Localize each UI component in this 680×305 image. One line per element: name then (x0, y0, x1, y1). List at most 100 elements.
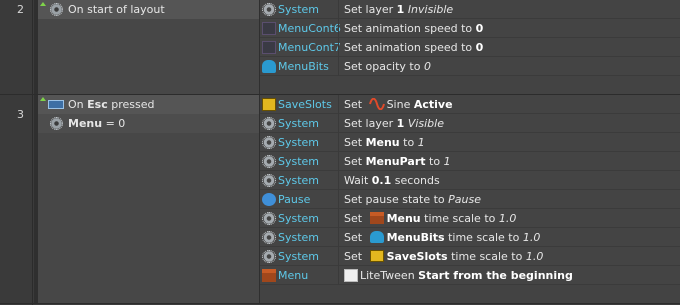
text-part: to (399, 136, 418, 149)
text-part: 0 (423, 60, 431, 73)
saveslots-icon (262, 98, 276, 111)
action-text: Set MenuBits time scale to 1.0 (344, 231, 540, 244)
text-part: Active (413, 98, 453, 111)
column-separator (338, 228, 339, 247)
condition-row[interactable]: On start of layout (38, 0, 259, 19)
text-part: 1.0 (498, 212, 517, 225)
system-gear-icon (50, 3, 63, 16)
action-object-name: System (278, 155, 320, 168)
text-part: Visible (407, 117, 444, 130)
text-part: 1 (417, 136, 425, 149)
action-object-name: System (278, 174, 320, 187)
menu-icon (262, 269, 276, 282)
action-object-name: System (278, 136, 320, 149)
action-text: Set SaveSlots time scale to 1.0 (344, 250, 543, 263)
menubits-icon (369, 231, 384, 243)
action-block: System Set layer 1 Invisible MenuCont6 Set … (260, 0, 680, 95)
action-row[interactable]: MenuCont7 Set animation speed to 0 (260, 38, 680, 57)
action-text: Set layer 1 Visible (344, 117, 444, 130)
condition-block[interactable]: On start of layout (38, 0, 260, 95)
system-gear-icon (262, 3, 276, 16)
action-row[interactable]: System Set SaveSlots time scale to 1.0 (260, 247, 680, 266)
text-part: 1.0 (525, 250, 544, 263)
action-text: Set Menu time scale to 1.0 (344, 212, 516, 225)
text-part: 0 (475, 41, 484, 54)
text-part: Set layer (344, 3, 397, 16)
text-part: 0 (475, 22, 484, 35)
condition-row[interactable]: Menu = 0 (38, 114, 259, 133)
system-gear-icon (262, 136, 276, 149)
system-gear-icon (262, 117, 276, 130)
saveslots-icon (369, 250, 384, 262)
action-object-name: System (278, 3, 320, 16)
text-part: = 0 (102, 117, 126, 130)
text-part: Set (344, 98, 366, 111)
action-row[interactable]: System Set MenuBits time scale to 1.0 (260, 228, 680, 247)
action-row[interactable]: System Wait 0.1 seconds (260, 171, 680, 190)
event-number: 3 (17, 108, 24, 121)
event-divider (0, 303, 680, 304)
action-object-name: System (278, 117, 320, 130)
column-separator (338, 190, 339, 209)
action-row[interactable]: System Set MenuPart to 1 (260, 152, 680, 171)
text-part: LiteTween (360, 269, 419, 282)
column-separator (338, 57, 339, 76)
column-separator (338, 152, 339, 171)
text-part: Invisible (407, 3, 454, 16)
event-number: 2 (17, 3, 24, 16)
action-row[interactable]: System Set layer 1 Invisible (260, 0, 680, 19)
action-row[interactable]: System Set layer 1 Visible (260, 114, 680, 133)
system-gear-icon (50, 117, 63, 130)
sine-icon (368, 97, 385, 111)
enabled-arrow-icon (40, 97, 46, 101)
action-text: Set MenuPart to 1 (344, 155, 451, 168)
litetween-icon (344, 269, 358, 282)
action-row[interactable]: SaveSlots Set Sine Active (260, 95, 680, 114)
action-row[interactable]: MenuBits Set opacity to 0 (260, 57, 680, 76)
action-row[interactable]: System Set Menu time scale to 1.0 (260, 209, 680, 228)
enabled-arrow-icon (40, 2, 46, 6)
condition-block[interactable]: On Esc pressed Menu = 0 (38, 95, 260, 304)
text-part: Set (344, 136, 366, 149)
column-separator (338, 209, 339, 228)
text-part: Set (344, 231, 366, 244)
action-object-name: SaveSlots (278, 98, 332, 111)
action-text: Set Sine Active (344, 97, 453, 111)
text-part: Sine (386, 98, 414, 111)
text-part: time scale to (447, 250, 526, 263)
action-row[interactable]: MenuCont6 Set animation speed to 0 (260, 19, 680, 38)
text-part: 1 (443, 155, 451, 168)
system-gear-icon (262, 212, 276, 225)
column-separator (338, 38, 339, 57)
action-text: LiteTween Start from the beginning (344, 269, 573, 282)
text-part: to (425, 155, 444, 168)
system-gear-icon (262, 174, 276, 187)
menu-icon (369, 212, 384, 224)
text-part: Start from the beginning (418, 269, 573, 282)
system-gear-icon (262, 250, 276, 263)
text-part: Set layer (344, 117, 397, 130)
text-part: time scale to (444, 231, 523, 244)
text-part: pressed (107, 98, 155, 111)
action-text: Set animation speed to 0 (344, 41, 483, 54)
text-part: Set (344, 155, 366, 168)
action-row[interactable]: System Set Menu to 1 (260, 133, 680, 152)
text-part: Menu (365, 136, 400, 149)
text-part: seconds (391, 174, 440, 187)
condition-text: Menu = 0 (68, 117, 125, 130)
text-part: On (68, 98, 88, 111)
column-separator (338, 171, 339, 190)
action-text: Set pause state to Pause (344, 193, 481, 206)
action-object-name: Menu (278, 269, 309, 282)
action-row[interactable]: Menu LiteTween Start from the beginning (260, 266, 680, 285)
action-text: Set opacity to 0 (344, 60, 431, 73)
action-object-name: MenuCont6 (278, 22, 341, 35)
condition-row[interactable]: On Esc pressed (38, 95, 259, 114)
text-part: Menu (68, 117, 103, 130)
column-separator (338, 0, 339, 19)
text-part: Set pause state to (344, 193, 449, 206)
action-block: SaveSlots Set Sine Active System Set layer … (260, 95, 680, 304)
column-separator (338, 19, 339, 38)
action-row[interactable]: Pause Set pause state to Pause (260, 190, 680, 209)
action-object-name: MenuBits (278, 60, 329, 73)
